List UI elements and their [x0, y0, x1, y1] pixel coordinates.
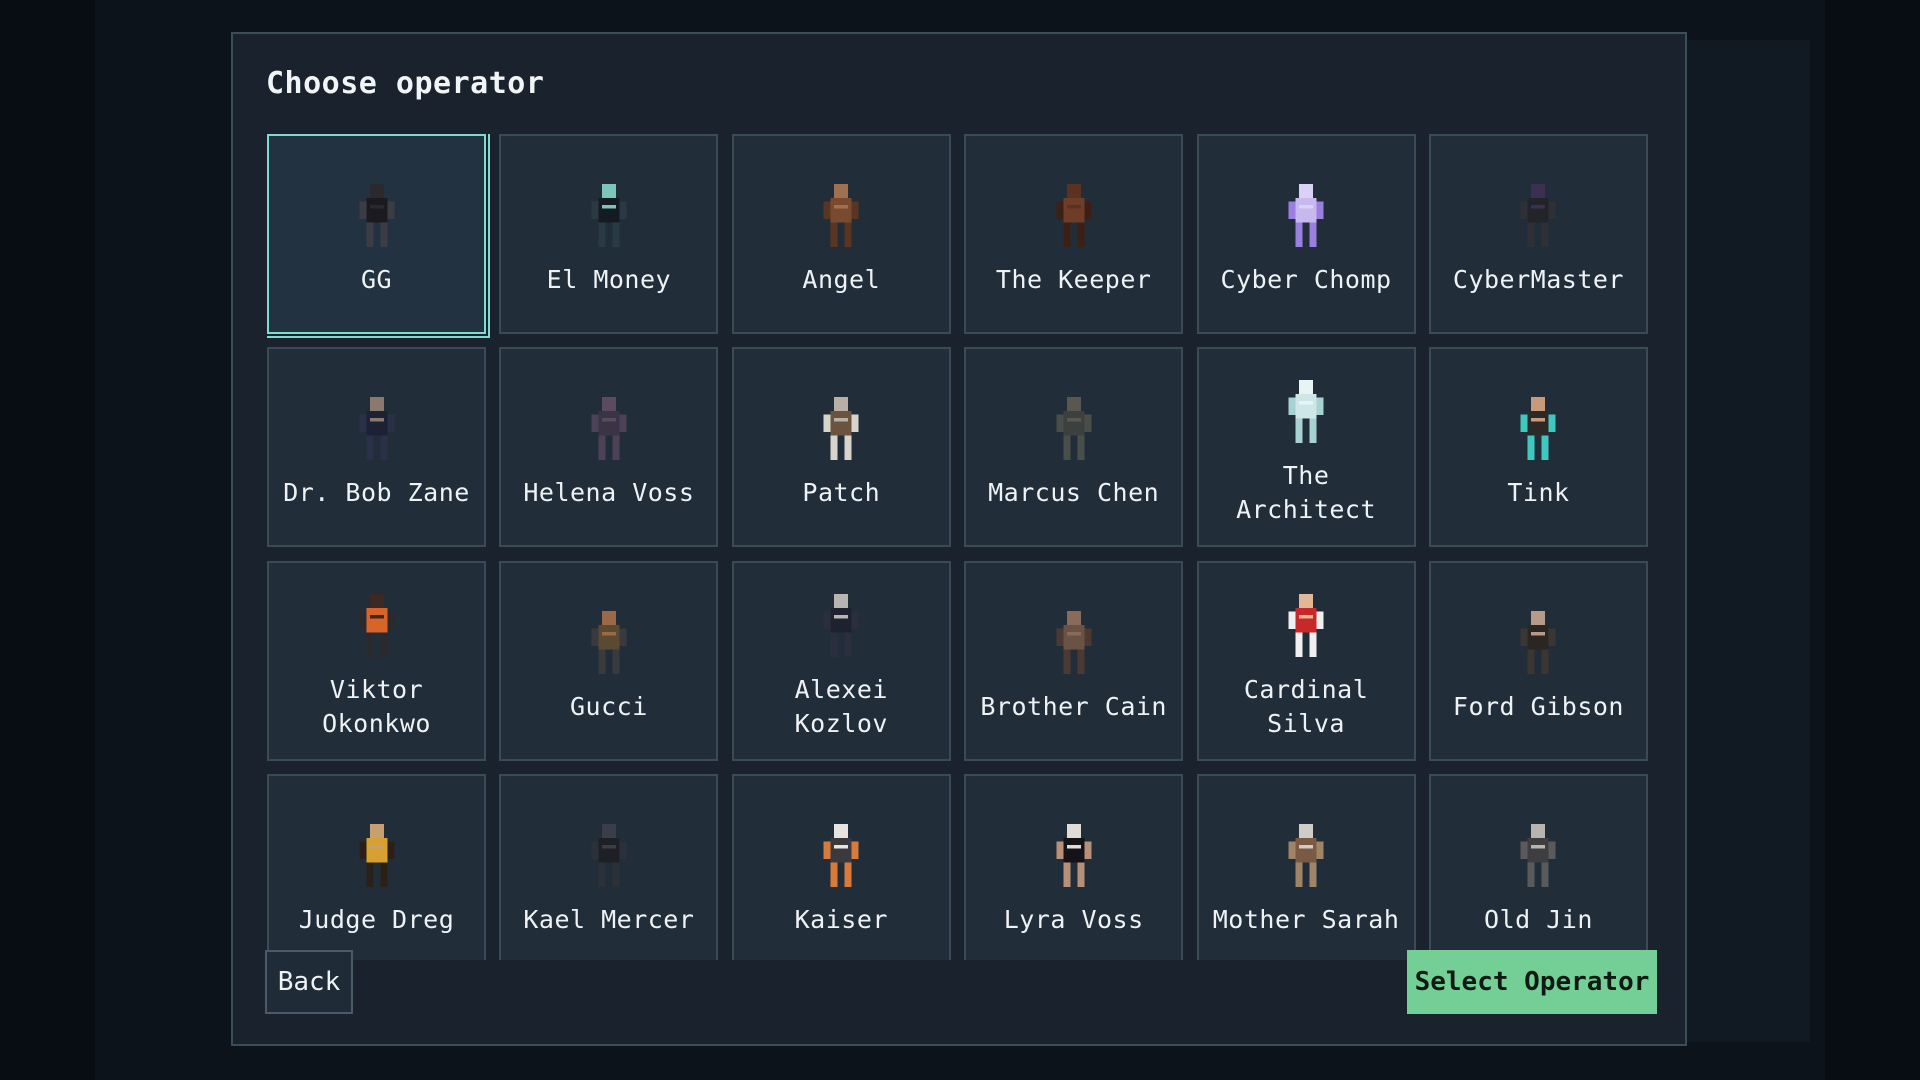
operator-mother-sarah-portrait — [1288, 824, 1324, 888]
operator-name: Kael Mercer — [523, 905, 695, 935]
operator-name: Kaiser — [794, 905, 888, 935]
operator-card[interactable]: Old Jin — [1428, 774, 1648, 960]
operator-helena-voss-portrait — [591, 397, 627, 461]
operator-kaiser-portrait — [823, 824, 859, 888]
operator-name: Viktor Okonkwo — [322, 674, 431, 738]
operator-cybermaster-portrait — [1520, 184, 1556, 247]
operator-name: Marcus Chen — [988, 478, 1160, 508]
operator-card[interactable]: Cardinal Silva — [1196, 560, 1416, 761]
operator-name: Tink — [1507, 478, 1570, 508]
operator-gg-portrait — [359, 184, 394, 247]
operator-dr-bob-zane-portrait — [359, 397, 394, 461]
operator-judge-dreg-portrait — [359, 824, 394, 888]
operator-name: Lyra Voss — [1003, 905, 1144, 935]
operator-name: CyberMaster — [1452, 265, 1624, 294]
operator-cyber-chomp-portrait — [1288, 184, 1324, 247]
operator-name: The Architect — [1236, 461, 1377, 525]
operator-angel-portrait — [823, 184, 859, 247]
operator-old-jin-portrait — [1520, 824, 1556, 888]
operator-select-dialog: Choose operator GG El Money Angel The Keepe… — [231, 32, 1687, 1046]
operator-card[interactable]: The Keeper — [964, 134, 1184, 334]
operator-gucci-portrait — [591, 610, 627, 674]
operator-brother-cain-portrait — [1056, 610, 1092, 674]
operator-kael-mercer-portrait — [591, 824, 627, 888]
operator-name: Judge Dreg — [298, 905, 455, 935]
operator-ford-gibson-portrait — [1520, 610, 1556, 674]
operator-name: Gucci — [570, 691, 648, 721]
operator-card[interactable]: Helena Voss — [499, 347, 719, 548]
operator-marcus-chen-portrait — [1056, 397, 1092, 461]
back-button[interactable]: Back — [265, 950, 353, 1014]
operator-card[interactable]: Mother Sarah — [1196, 774, 1416, 960]
operator-card[interactable]: Angel — [731, 134, 951, 334]
operator-card[interactable]: Ford Gibson — [1428, 560, 1648, 761]
operator-viktor-okonkwo-portrait — [359, 593, 394, 657]
operator-card[interactable]: Gucci — [499, 560, 719, 761]
dialog-title: Choose operator — [266, 66, 545, 101]
operator-name: Mother Sarah — [1212, 905, 1400, 935]
operator-alexei-kozlov-portrait — [823, 593, 859, 657]
operator-card[interactable]: Viktor Okonkwo — [267, 560, 486, 761]
operator-name: Helena Voss — [523, 478, 695, 508]
operator-cardinal-silva-portrait — [1288, 593, 1324, 657]
operator-name: Old Jin — [1484, 905, 1593, 935]
operator-name: Cyber Chomp — [1220, 265, 1392, 294]
operator-tink-portrait — [1520, 397, 1556, 461]
operator-card[interactable]: Patch — [731, 347, 951, 548]
operator-card[interactable]: Lyra Voss — [964, 774, 1184, 960]
operator-name: Ford Gibson — [1452, 691, 1624, 721]
operator-grid-viewport[interactable]: GG El Money Angel The Keeper Cyber Chomp Cybe… — [267, 134, 1667, 960]
operator-card[interactable]: Tink — [1428, 347, 1648, 548]
operator-card[interactable]: Brother Cain — [964, 560, 1184, 761]
operator-name: Patch — [802, 478, 881, 508]
operator-name: Angel — [802, 265, 881, 294]
select-operator-button[interactable]: Select Operator — [1407, 950, 1657, 1014]
operator-card[interactable]: The Architect — [1196, 347, 1416, 548]
operator-patch-portrait — [823, 397, 859, 461]
operator-card[interactable]: El Money — [499, 134, 719, 334]
operator-name: Brother Cain — [980, 691, 1167, 721]
operator-card[interactable]: Kael Mercer — [499, 774, 719, 960]
operator-grid: GG El Money Angel The Keeper Cyber Chomp Cybe… — [267, 134, 1648, 960]
operator-card[interactable]: Dr. Bob Zane — [267, 347, 486, 548]
operator-card[interactable]: CyberMaster — [1428, 134, 1648, 334]
operator-el-money-portrait — [591, 184, 627, 247]
operator-name: Dr. Bob Zane — [283, 478, 470, 508]
operator-card[interactable]: Kaiser — [731, 774, 951, 960]
operator-name: Cardinal Silva — [1243, 674, 1369, 738]
operator-card[interactable]: Alexei Kozlov — [731, 560, 951, 761]
operator-lyra-voss-portrait — [1056, 824, 1092, 888]
operator-name: The Keeper — [995, 265, 1152, 294]
operator-the-keeper-portrait — [1056, 184, 1092, 247]
operator-card[interactable]: Judge Dreg — [267, 774, 486, 960]
operator-name: Alexei Kozlov — [794, 674, 888, 738]
operator-name: GG — [360, 265, 393, 294]
operator-name: El Money — [546, 265, 672, 294]
operator-the-architect-portrait — [1288, 380, 1324, 444]
operator-card[interactable]: Marcus Chen — [964, 347, 1184, 548]
operator-card[interactable]: GG — [267, 134, 486, 334]
operator-card[interactable]: Cyber Chomp — [1196, 134, 1416, 334]
